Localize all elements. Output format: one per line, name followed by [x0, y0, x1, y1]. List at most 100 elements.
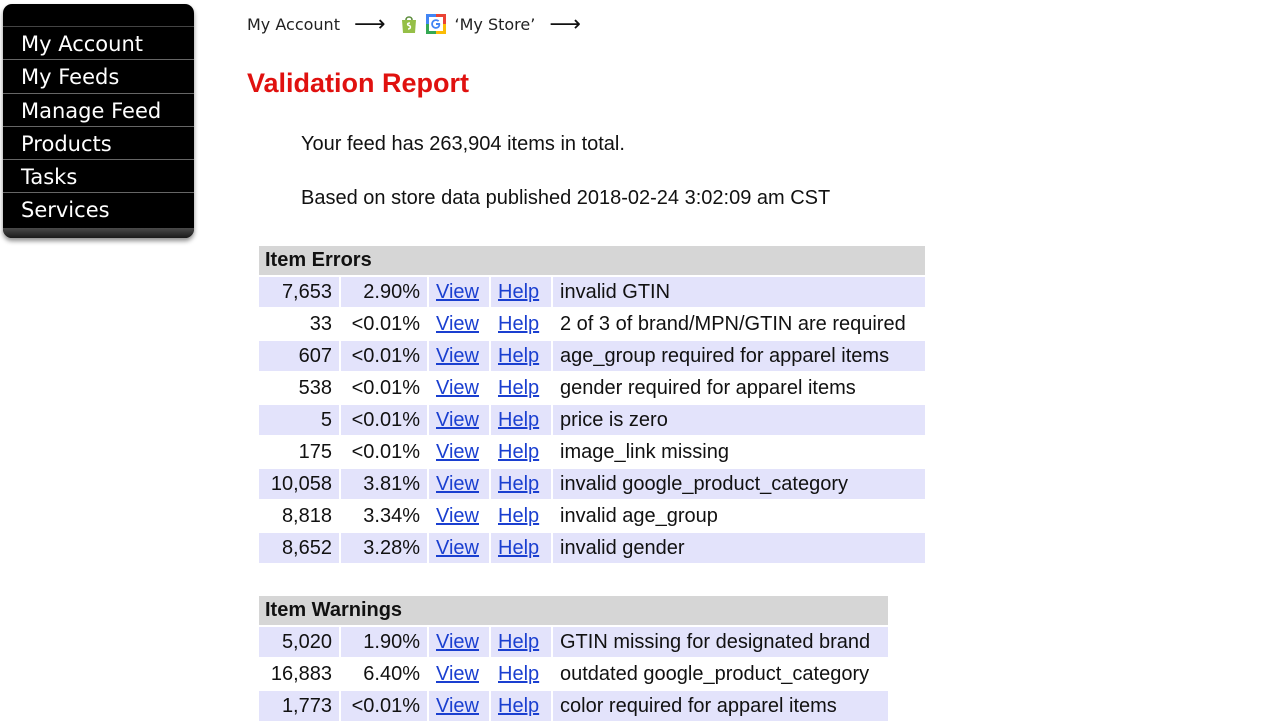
- view-link-cell: View: [429, 691, 489, 721]
- view-link[interactable]: View: [436, 345, 479, 367]
- view-link-cell: View: [429, 277, 489, 307]
- sidebar-item-my-feeds[interactable]: My Feeds: [3, 59, 194, 91]
- issue-description: color required for apparel items: [553, 691, 888, 721]
- breadcrumb-store[interactable]: ‘My Store’: [455, 15, 536, 34]
- issue-description: 2 of 3 of brand/MPN/GTIN are required: [553, 309, 925, 339]
- issue-count: 33: [259, 309, 339, 339]
- help-link[interactable]: Help: [498, 631, 539, 653]
- issue-percent: 3.81%: [341, 469, 427, 499]
- view-link[interactable]: View: [436, 631, 479, 653]
- help-link[interactable]: Help: [498, 345, 539, 367]
- sidebar-footer-bar: [3, 228, 194, 238]
- view-link-cell: View: [429, 659, 489, 689]
- issue-count: 8,652: [259, 533, 339, 563]
- view-link[interactable]: View: [436, 281, 479, 303]
- issue-percent: 2.90%: [341, 277, 427, 307]
- help-link-cell: Help: [491, 533, 551, 563]
- view-link-cell: View: [429, 469, 489, 499]
- help-link[interactable]: Help: [498, 663, 539, 685]
- sidebar-item-my-account[interactable]: My Account: [3, 26, 194, 58]
- issue-percent: 3.34%: [341, 501, 427, 531]
- sidebar-item-manage-feed[interactable]: Manage Feed: [3, 92, 194, 125]
- view-link[interactable]: View: [436, 409, 479, 431]
- issue-description: invalid google_product_category: [553, 469, 925, 499]
- issue-percent: <0.01%: [341, 341, 427, 371]
- help-link[interactable]: Help: [498, 505, 539, 527]
- help-link-cell: Help: [491, 309, 551, 339]
- table-row: 8,818 3.34% View Help invalid age_group: [259, 501, 925, 531]
- issue-count: 7,653: [259, 277, 339, 307]
- help-link-cell: Help: [491, 501, 551, 531]
- table-row: 7,653 2.90% View Help invalid GTIN: [259, 277, 925, 307]
- issue-percent: <0.01%: [341, 405, 427, 435]
- issue-percent: <0.01%: [341, 691, 427, 721]
- issue-description: GTIN missing for designated brand: [553, 627, 888, 657]
- help-link[interactable]: Help: [498, 473, 539, 495]
- help-link-cell: Help: [491, 405, 551, 435]
- issue-description: age_group required for apparel items: [553, 341, 925, 371]
- table-row: 10,058 3.81% View Help invalid google_produc…: [259, 469, 925, 499]
- shopify-bag-icon: [400, 14, 418, 34]
- issue-count: 10,058: [259, 469, 339, 499]
- publish-date-text: Based on store data published 2018-02-24…: [301, 187, 831, 209]
- view-link-cell: View: [429, 309, 489, 339]
- sidebar-menu: My Account My Feeds Manage Feed Products…: [3, 4, 194, 238]
- issue-count: 5,020: [259, 627, 339, 657]
- sidebar-item-tasks[interactable]: Tasks: [3, 159, 194, 191]
- issue-percent: <0.01%: [341, 309, 427, 339]
- issue-description: price is zero: [553, 405, 925, 435]
- google-icon: [425, 14, 446, 34]
- item-errors-table: Item Errors 7,653 2.90% View Help invalid GT…: [257, 244, 927, 565]
- help-link[interactable]: Help: [498, 537, 539, 559]
- item-warnings-header: Item Warnings: [259, 596, 888, 625]
- view-link-cell: View: [429, 373, 489, 403]
- view-link[interactable]: View: [436, 537, 479, 559]
- help-link[interactable]: Help: [498, 441, 539, 463]
- issue-count: 16,883: [259, 659, 339, 689]
- view-link[interactable]: View: [436, 313, 479, 335]
- help-link-cell: Help: [491, 341, 551, 371]
- view-link-cell: View: [429, 341, 489, 371]
- view-link-cell: View: [429, 437, 489, 467]
- issue-count: 5: [259, 405, 339, 435]
- issue-description: image_link missing: [553, 437, 925, 467]
- breadcrumb-my-account[interactable]: My Account: [247, 15, 340, 34]
- help-link[interactable]: Help: [498, 281, 539, 303]
- view-link[interactable]: View: [436, 695, 479, 717]
- issue-description: invalid age_group: [553, 501, 925, 531]
- help-link[interactable]: Help: [498, 313, 539, 335]
- view-link[interactable]: View: [436, 377, 479, 399]
- table-row: 5,020 1.90% View Help GTIN missing for desig…: [259, 627, 888, 657]
- table-row: 5 <0.01% View Help price is zero: [259, 405, 925, 435]
- view-link-cell: View: [429, 533, 489, 563]
- issue-description: outdated google_product_category: [553, 659, 888, 689]
- issue-percent: <0.01%: [341, 437, 427, 467]
- issue-count: 175: [259, 437, 339, 467]
- help-link-cell: Help: [491, 437, 551, 467]
- help-link-cell: Help: [491, 469, 551, 499]
- sidebar-item-products[interactable]: Products: [3, 125, 194, 158]
- feed-total-text: Your feed has 263,904 items in total.: [301, 133, 625, 155]
- item-errors-header: Item Errors: [259, 246, 925, 275]
- help-link[interactable]: Help: [498, 409, 539, 431]
- table-row: 16,883 6.40% View Help outdated google_produ…: [259, 659, 888, 689]
- view-link[interactable]: View: [436, 441, 479, 463]
- help-link-cell: Help: [491, 373, 551, 403]
- issue-percent: 3.28%: [341, 533, 427, 563]
- issue-percent: 6.40%: [341, 659, 427, 689]
- sidebar-item-services[interactable]: Services: [3, 192, 194, 224]
- help-link-cell: Help: [491, 659, 551, 689]
- issue-description: gender required for apparel items: [553, 373, 925, 403]
- view-link[interactable]: View: [436, 473, 479, 495]
- table-row: 538 <0.01% View Help gender required for app…: [259, 373, 925, 403]
- breadcrumb-arrow-icon: ⟶: [353, 11, 386, 37]
- table-row: 175 <0.01% View Help image_link missing: [259, 437, 925, 467]
- breadcrumb: My Account ⟶ ‘My Store’ ⟶: [247, 11, 595, 37]
- page-title: Validation Report: [247, 68, 470, 98]
- view-link[interactable]: View: [436, 505, 479, 527]
- help-link[interactable]: Help: [498, 695, 539, 717]
- view-link[interactable]: View: [436, 663, 479, 685]
- help-link[interactable]: Help: [498, 377, 539, 399]
- view-link-cell: View: [429, 501, 489, 531]
- issue-count: 1,773: [259, 691, 339, 721]
